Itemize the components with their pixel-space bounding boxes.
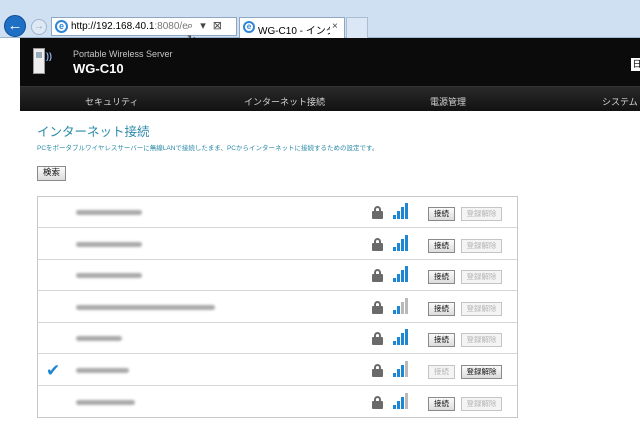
- forward-arrow-icon[interactable]: →: [31, 19, 47, 35]
- ie-tab-icon: e: [243, 21, 255, 33]
- forget-button[interactable]: 登録解除: [461, 333, 502, 348]
- forget-button[interactable]: 登録解除: [461, 270, 502, 285]
- network-row[interactable]: ✔ 接続 登録解除: [38, 355, 517, 386]
- network-row[interactable]: 接続 登録解除: [38, 387, 517, 418]
- connect-button[interactable]: 接続: [428, 270, 455, 285]
- lock-icon: [372, 269, 383, 283]
- menu-item-security[interactable]: セキュリティ: [85, 95, 138, 108]
- ssid-blurred: [76, 399, 136, 405]
- new-tab-button[interactable]: [346, 17, 368, 38]
- page-title: インターネット接続: [37, 125, 150, 139]
- connect-button[interactable]: 接続: [428, 207, 455, 221]
- selected-check-icon: ✔: [46, 361, 61, 380]
- forget-button[interactable]: 登録解除: [461, 396, 502, 411]
- signal-strength-icon: [393, 297, 409, 314]
- url-host: http://192.168.40.1: [71, 21, 155, 32]
- device-logo-icon: [33, 48, 45, 74]
- forget-button[interactable]: 登録解除: [461, 238, 502, 253]
- signal-strength-icon: [393, 329, 409, 346]
- ie-logo-icon: e: [55, 20, 68, 33]
- device-header: )) Portable Wireless Server WG-C10 日: [20, 38, 640, 86]
- menu-item-internet[interactable]: インターネット接続: [244, 95, 325, 108]
- signal-strength-icon: [393, 266, 409, 283]
- menu-item-system[interactable]: システム: [602, 95, 638, 108]
- signal-strength-icon: [393, 361, 409, 377]
- network-row[interactable]: 接続 登録解除: [38, 292, 517, 323]
- menu-item-power[interactable]: 電源管理: [430, 95, 466, 108]
- connect-button[interactable]: 接続: [428, 301, 455, 316]
- connect-button[interactable]: 接続: [428, 333, 455, 348]
- tab-title: WG-C10 - インター...: [258, 26, 330, 37]
- browser-chrome: ← → e http://192.168.40.1:8080/e ⌕ ▾ ⊠ ↻…: [0, 0, 640, 46]
- network-row[interactable]: 接続 登録解除: [38, 260, 517, 292]
- forget-button[interactable]: 登録解除: [461, 207, 502, 221]
- ssid-blurred: [76, 368, 129, 373]
- signal-strength-icon: [393, 203, 409, 219]
- tab-close-icon[interactable]: ×: [332, 21, 338, 32]
- product-name: WG-C10: [73, 61, 124, 76]
- lock-icon: [372, 206, 383, 219]
- connect-button[interactable]: 接続: [428, 238, 455, 253]
- signal-strength-icon: [393, 234, 409, 251]
- language-select[interactable]: 日: [631, 58, 640, 71]
- forget-button[interactable]: 登録解除: [461, 301, 502, 316]
- ssid-blurred: [76, 304, 215, 310]
- forget-button[interactable]: 登録解除: [461, 365, 502, 379]
- network-list: 接続 登録解除 接続 登録解除 接続 登録解除 接続 登録解除 接続 登録解除 ✔ 接続 登録解除 接続登…: [37, 196, 518, 418]
- network-row[interactable]: 接続 登録解除: [38, 323, 517, 355]
- product-subtitle: Portable Wireless Server: [73, 49, 173, 59]
- network-row[interactable]: 接続 登録解除: [38, 229, 517, 260]
- ssid-blurred: [76, 273, 142, 279]
- url-port: :8080/e: [154, 21, 188, 32]
- wireless-icon: )): [46, 51, 52, 61]
- lock-icon: [372, 300, 383, 314]
- ssid-blurred: [76, 336, 123, 342]
- lock-icon: [372, 237, 383, 251]
- signal-strength-icon: [393, 392, 409, 409]
- network-row[interactable]: 接続 登録解除: [38, 197, 517, 228]
- browser-tab[interactable]: e WG-C10 - インター... ×: [239, 17, 345, 38]
- lock-icon: [372, 395, 383, 409]
- address-bar[interactable]: e http://192.168.40.1:8080/e ⌕ ▾ ⊠ ↻: [51, 17, 237, 46]
- main-menu: セキュリティ インターネット接続 電源管理 システム: [20, 86, 640, 111]
- page-description: PCをポータブルワイヤレスサーバーに無線LANで接続したまま、PCからインターネ…: [37, 145, 379, 152]
- lock-icon: [372, 364, 383, 377]
- back-arrow-icon[interactable]: ←: [4, 15, 26, 37]
- connect-button[interactable]: 接続: [428, 365, 455, 379]
- ssid-blurred: [76, 241, 142, 247]
- connect-button[interactable]: 接続: [428, 396, 455, 411]
- ssid-blurred: [76, 210, 142, 215]
- url-text[interactable]: http://192.168.40.1:8080/e: [71, 21, 188, 32]
- search-button[interactable]: 検索: [37, 166, 66, 181]
- lock-icon: [372, 332, 383, 346]
